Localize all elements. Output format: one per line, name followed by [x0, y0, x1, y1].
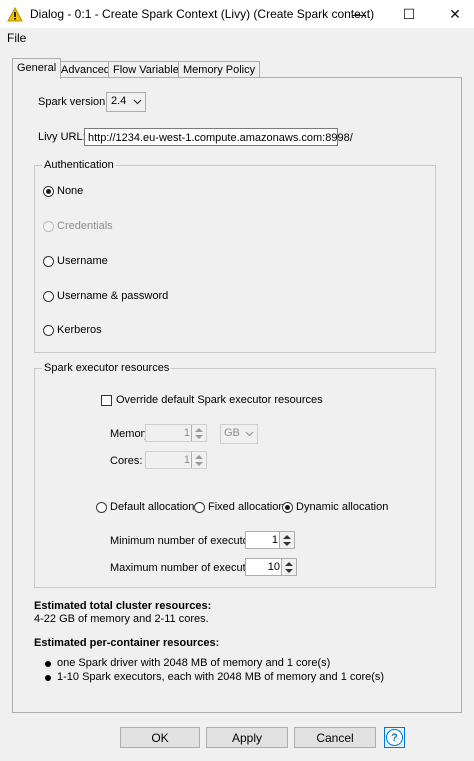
max-executors-label: Maximum number of executors:	[110, 562, 265, 574]
list-item: 1-10 Spark executors, each with 2048 MB …	[57, 671, 385, 683]
close-icon: ✕	[449, 5, 461, 22]
bullet-icon	[45, 661, 51, 667]
allocation-default-label[interactable]: Default allocation	[110, 501, 194, 513]
authentication-legend: Authentication	[42, 159, 116, 171]
max-executors-value: 10	[267, 561, 280, 573]
allocation-fixed-radio[interactable]	[194, 502, 205, 513]
auth-username-radio[interactable]	[43, 256, 54, 267]
spin-down-icon	[283, 542, 291, 546]
memory-unit-select[interactable]: GB	[220, 424, 258, 444]
container-resources-heading: Estimated per-container resources:	[34, 637, 220, 649]
help-button[interactable]: ?	[384, 727, 405, 748]
chevron-down-icon	[133, 99, 142, 105]
livy-url-input[interactable]: http://1234.eu-west-1.compute.amazonaws.…	[84, 128, 353, 146]
allocation-fixed-label[interactable]: Fixed allocation	[208, 501, 284, 513]
maximize-button[interactable]: ☐	[386, 0, 432, 28]
cluster-resources-heading: Estimated total cluster resources:	[34, 600, 212, 612]
allocation-dynamic-radio[interactable]	[282, 502, 293, 513]
menu-bar: File	[0, 28, 474, 48]
spin-up-icon	[195, 455, 203, 459]
executor-resources-legend: Spark executor resources	[42, 362, 172, 374]
auth-credentials-label[interactable]: Credentials	[57, 220, 113, 232]
spin-up-icon	[195, 428, 203, 432]
spark-version-select[interactable]: 2.4	[106, 92, 146, 112]
tab-general[interactable]: General	[12, 58, 62, 79]
spark-version-value: 2.4	[111, 95, 127, 107]
list-item: one Spark driver with 2048 MB of memory …	[57, 657, 331, 669]
tab-memory-policy[interactable]: Memory Policy	[178, 61, 261, 78]
chevron-down-icon	[245, 431, 254, 437]
title-bar: Dialog - 0:1 - Create Spark Context (Liv…	[0, 0, 474, 28]
auth-kerberos-radio[interactable]	[43, 325, 54, 336]
cores-label: Cores:	[110, 455, 143, 467]
auth-none-label[interactable]: None	[57, 185, 83, 197]
override-executor-checkbox[interactable]	[101, 395, 112, 406]
min-executors-spinner[interactable]: 1	[245, 531, 295, 549]
spin-down-icon	[195, 462, 203, 466]
spin-down-icon	[195, 435, 203, 439]
auth-username-label[interactable]: Username	[57, 255, 108, 267]
memory-spinner[interactable]: 1	[145, 424, 207, 442]
warning-icon	[7, 7, 23, 22]
max-executors-spinner[interactable]: 10	[245, 558, 297, 576]
auth-none-radio[interactable]	[43, 186, 54, 197]
maximize-icon: ☐	[402, 5, 416, 22]
close-button[interactable]: ✕	[432, 0, 474, 28]
auth-credentials-radio[interactable]	[43, 221, 54, 232]
ok-button[interactable]: OK	[120, 727, 200, 748]
min-executors-value: 1	[271, 534, 278, 546]
cores-spinner[interactable]: 1	[145, 451, 207, 469]
livy-url-label: Livy URL:	[38, 131, 86, 143]
apply-button[interactable]: Apply	[206, 727, 288, 748]
spin-up-icon	[283, 535, 291, 539]
cancel-button[interactable]: Cancel	[294, 727, 376, 748]
allocation-dynamic-label[interactable]: Dynamic allocation	[296, 501, 388, 513]
spark-version-label: Spark version:	[38, 96, 109, 108]
menu-file[interactable]: File	[7, 31, 26, 45]
help-icon: ?	[386, 729, 403, 746]
auth-username-password-label[interactable]: Username & password	[57, 290, 168, 302]
minimize-icon: —	[352, 6, 366, 22]
spin-down-icon	[285, 569, 293, 573]
cores-value: 1	[183, 454, 190, 466]
allocation-default-radio[interactable]	[96, 502, 107, 513]
cluster-resources-text: 4-22 GB of memory and 2-11 cores.	[34, 613, 209, 625]
override-executor-label[interactable]: Override default Spark executor resource…	[116, 394, 323, 406]
min-executors-label: Minimum number of executors:	[110, 535, 261, 547]
auth-username-password-radio[interactable]	[43, 291, 54, 302]
memory-unit-value: GB	[224, 427, 240, 439]
bullet-icon	[45, 675, 51, 681]
tab-advanced[interactable]: Advanced	[56, 61, 115, 78]
spin-up-icon	[285, 562, 293, 566]
minimize-button[interactable]: —	[336, 0, 382, 28]
memory-value: 1	[183, 427, 190, 439]
window-title: Dialog - 0:1 - Create Spark Context (Liv…	[30, 7, 375, 21]
auth-kerberos-label[interactable]: Kerberos	[57, 324, 102, 336]
